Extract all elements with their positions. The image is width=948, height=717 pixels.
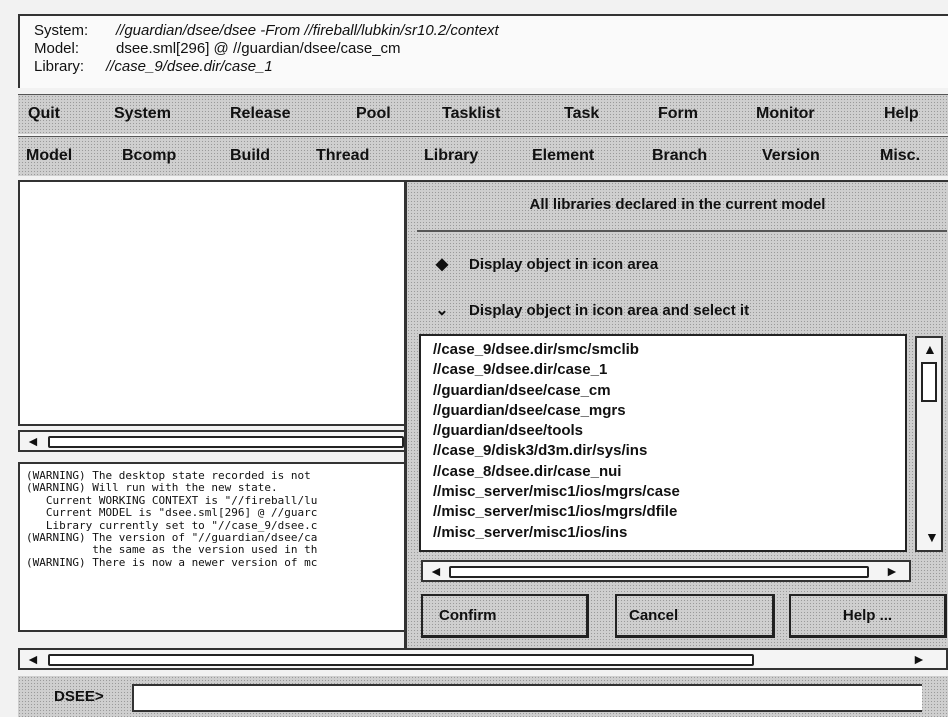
message-line: Current MODEL is "dsee.sml[296] @ //guar…: [26, 506, 318, 520]
menu-bcomp[interactable]: Bcomp: [122, 147, 176, 165]
object-menu-bar: Model Bcomp Build Thread Library Element…: [18, 136, 948, 176]
library-item[interactable]: //case_9/dsee.dir/smc/smclib: [433, 340, 905, 360]
confirm-button[interactable]: Confirm: [421, 594, 589, 638]
menu-library[interactable]: Library: [424, 147, 478, 165]
scroll-right-arrow-icon[interactable]: ►: [885, 562, 899, 580]
help-button[interactable]: Help ...: [789, 594, 947, 638]
icon-area-hscrollbar[interactable]: ◄: [18, 430, 408, 452]
system-value: //guardian/dsee/dsee -From //fireball/lu…: [116, 22, 499, 39]
scroll-up-arrow-icon[interactable]: ▲: [923, 340, 937, 358]
library-item[interactable]: //guardian/dsee/case_mgrs: [433, 401, 905, 421]
main-menu-bar: Quit System Release Pool Tasklist Task F…: [18, 94, 948, 134]
menu-help[interactable]: Help: [884, 105, 919, 123]
menu-system[interactable]: System: [114, 105, 171, 123]
display-option-radio[interactable]: ◆ Display object in icon area: [429, 254, 658, 274]
library-item[interactable]: //case_8/dsee.dir/case_nui: [433, 462, 905, 482]
radio-diamond-up-icon: ◆: [435, 256, 449, 273]
scroll-down-arrow-icon[interactable]: ▼: [925, 528, 939, 546]
menu-thread[interactable]: Thread: [316, 147, 369, 165]
message-area-hscrollbar[interactable]: ◄ ►: [18, 648, 948, 670]
dialog-title: All libraries declared in the current mo…: [529, 196, 826, 213]
message-line: the same as the version used in th: [26, 543, 318, 557]
scroll-right-arrow-icon[interactable]: ►: [912, 650, 926, 668]
library-select-dialog: All libraries declared in the current mo…: [404, 180, 948, 652]
model-line: Model: dsee.sml[296] @ //guardian/dsee/c…: [34, 40, 948, 58]
scroll-thumb[interactable]: [48, 654, 754, 666]
command-input[interactable]: [132, 684, 922, 712]
model-value: dsee.sml[296] @ //guardian/dsee/case_cm: [116, 40, 401, 57]
scroll-left-arrow-icon[interactable]: ◄: [26, 650, 40, 668]
display-select-option-label: Display object in icon area and select i…: [469, 301, 750, 319]
menu-form[interactable]: Form: [658, 105, 698, 123]
menu-tasklist[interactable]: Tasklist: [442, 105, 500, 123]
message-line: (WARNING) Will run with the new state.: [26, 481, 278, 495]
message-area[interactable]: (WARNING) The desktop state recorded is …: [18, 462, 408, 632]
library-list-hscrollbar[interactable]: ◄ ►: [421, 560, 911, 582]
library-item[interactable]: //guardian/dsee/case_cm: [433, 381, 905, 401]
library-item[interactable]: //misc_server/misc1/ios/ins: [433, 523, 905, 543]
command-bar: DSEE>: [18, 676, 948, 717]
library-item[interactable]: //guardian/dsee/tools: [433, 421, 905, 441]
model-label: Model:: [34, 40, 80, 57]
system-label: System:: [34, 22, 89, 39]
library-line: Library: //case_9/dsee.dir/case_1: [34, 58, 948, 76]
scroll-left-arrow-icon[interactable]: ◄: [429, 562, 443, 580]
library-item[interactable]: //misc_server/misc1/ios/mgrs/case: [433, 482, 905, 502]
scroll-left-arrow-icon[interactable]: ◄: [26, 432, 40, 450]
scroll-thumb[interactable]: [449, 566, 869, 578]
menu-release[interactable]: Release: [230, 105, 291, 123]
library-item[interactable]: //misc_server/misc1/ios/mgrs/dfile: [433, 502, 905, 522]
display-option-label: Display object in icon area: [469, 255, 659, 273]
menu-task[interactable]: Task: [564, 105, 599, 123]
menu-quit[interactable]: Quit: [28, 105, 60, 123]
menu-element[interactable]: Element: [532, 147, 594, 165]
menu-branch[interactable]: Branch: [652, 147, 707, 165]
menu-misc[interactable]: Misc.: [880, 147, 920, 165]
library-list[interactable]: //case_9/dsee.dir/smc/smclib //case_9/ds…: [419, 334, 907, 552]
context-info-panel: System: //guardian/dsee/dsee -From //fir…: [18, 14, 948, 88]
menu-monitor[interactable]: Monitor: [756, 105, 815, 123]
command-prompt: DSEE>: [54, 688, 104, 705]
menu-model[interactable]: Model: [26, 147, 72, 165]
display-select-option-radio[interactable]: ⌄ Display object in icon area and select…: [429, 300, 749, 320]
vscroll-thumb[interactable]: [921, 362, 937, 402]
menu-build[interactable]: Build: [230, 147, 270, 165]
message-line: (WARNING) There is now a newer version o…: [26, 555, 318, 569]
dialog-divider: [417, 230, 947, 232]
radio-chevron-down-icon: ⌄: [435, 302, 449, 319]
menu-version[interactable]: Version: [762, 147, 820, 165]
system-line: System: //guardian/dsee/dsee -From //fir…: [34, 22, 948, 40]
library-item[interactable]: //case_9/disk3/d3m.dir/sys/ins: [433, 441, 905, 461]
library-list-vscrollbar[interactable]: ▲ ▼: [915, 336, 943, 552]
library-label: Library:: [34, 58, 85, 75]
icon-area[interactable]: [18, 180, 408, 426]
library-item[interactable]: //case_9/dsee.dir/case_1: [433, 360, 905, 380]
cancel-button[interactable]: Cancel: [615, 594, 775, 638]
library-value: //case_9/dsee.dir/case_1: [106, 58, 273, 75]
menu-pool[interactable]: Pool: [356, 105, 391, 123]
scroll-thumb[interactable]: [48, 436, 404, 448]
